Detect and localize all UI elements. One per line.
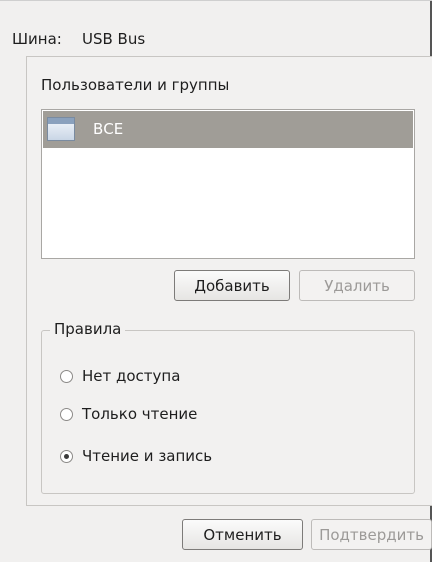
confirm-button-label: Подтвердить bbox=[319, 525, 424, 544]
top-divider bbox=[0, 0, 432, 1]
remove-button[interactable]: Удалить bbox=[299, 270, 415, 301]
radio-read-only[interactable]: Только чтение bbox=[60, 403, 197, 425]
bus-label: Шина: bbox=[12, 30, 62, 48]
list-item-all[interactable]: ВСЕ bbox=[43, 111, 413, 148]
radio-button[interactable] bbox=[60, 407, 73, 421]
radio-label-no-access: Нет доступа bbox=[82, 367, 181, 385]
dialog-window: Шина: USB Bus Пользователи и группы ВСЕ … bbox=[0, 0, 432, 562]
add-button-label: Добавить bbox=[194, 276, 270, 295]
list-item-label: ВСЕ bbox=[93, 120, 124, 138]
radio-button[interactable] bbox=[60, 369, 73, 383]
radio-no-access[interactable]: Нет доступа bbox=[60, 365, 180, 387]
confirm-button[interactable]: Подтвердить bbox=[311, 519, 432, 550]
cancel-button[interactable]: Отменить bbox=[182, 519, 303, 550]
radio-read-write[interactable]: Чтение и запись bbox=[60, 445, 212, 467]
window-icon bbox=[47, 117, 75, 141]
remove-button-label: Удалить bbox=[324, 276, 390, 295]
add-button[interactable]: Добавить bbox=[174, 270, 290, 301]
users-groups-list[interactable]: ВСЕ bbox=[41, 109, 415, 259]
radio-label-read-only: Только чтение bbox=[82, 405, 198, 423]
cancel-button-label: Отменить bbox=[203, 525, 282, 544]
users-groups-title: Пользователи и группы bbox=[41, 76, 230, 94]
radio-button-checked[interactable] bbox=[60, 449, 73, 463]
bus-value: USB Bus bbox=[82, 30, 146, 48]
radio-label-read-write: Чтение и запись bbox=[82, 447, 213, 465]
rules-title: Правила bbox=[50, 320, 126, 338]
